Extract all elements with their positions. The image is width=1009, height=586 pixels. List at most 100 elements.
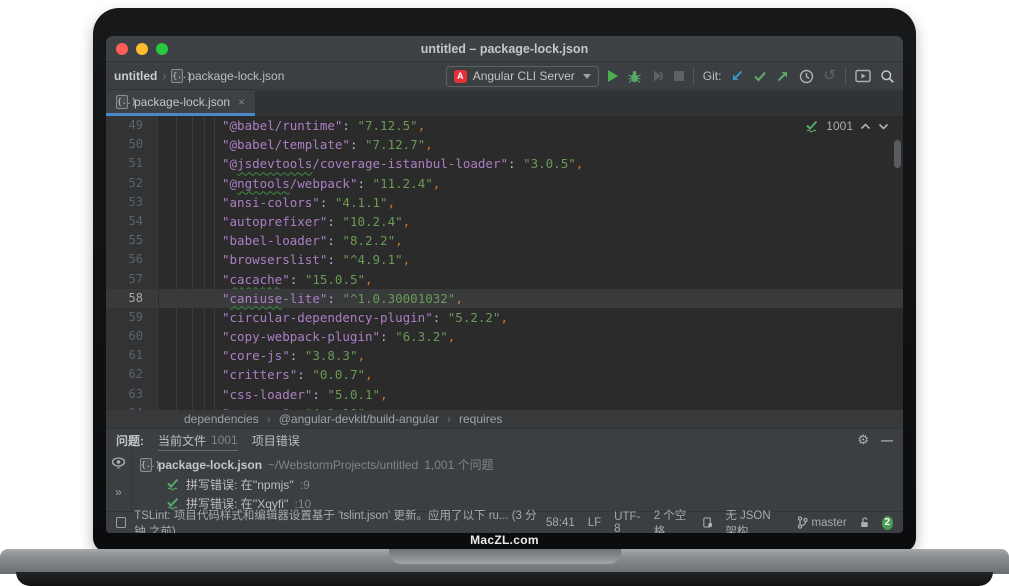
line-number[interactable]: 49 — [106, 116, 157, 135]
line-number[interactable]: 60 — [106, 327, 157, 346]
code-line[interactable]: "caniuse-lite": "^1.0.30001032", — [159, 289, 903, 308]
tab-label: package-lock.json — [134, 95, 230, 109]
macbook-lid-notch — [389, 549, 621, 564]
typo-highlight: cacache — [230, 272, 283, 287]
window-titlebar[interactable]: untitled – package-lock.json — [106, 36, 903, 62]
breadcrumb-requires[interactable]: requires — [459, 412, 502, 426]
code-line[interactable]: "@jsdevtools/coverage-istanbul-loader": … — [159, 154, 903, 173]
code-line[interactable]: "core-js": "3.8.3", — [159, 346, 903, 365]
tab-project-errors-label: 项目错误 — [252, 432, 300, 449]
run-with-coverage-button[interactable] — [651, 69, 665, 83]
indent-setting[interactable]: 2 个空格 — [654, 507, 690, 534]
line-number[interactable]: 57 — [106, 270, 157, 289]
macbook-screen-bezel: untitled – package-lock.json untitled › … — [93, 8, 916, 552]
problems-file-row[interactable]: {..} package-lock.json ~/WebstormProject… — [140, 455, 895, 474]
inlay-file-icon[interactable] — [703, 516, 713, 529]
unlock-icon[interactable] — [860, 516, 869, 529]
code-line[interactable]: "circular-dependency-plugin": "5.2.2", — [159, 308, 903, 327]
rollback-icon[interactable]: ↺ — [823, 69, 836, 83]
git-branch-widget[interactable]: master — [797, 516, 847, 529]
line-number[interactable]: 61 — [106, 346, 157, 365]
code-line[interactable]: "@babel/template": "7.12.7", — [159, 135, 903, 154]
status-message[interactable]: TSLint: 项目代码样式和编辑器设置基于 'tslint.json' 更新。… — [134, 507, 538, 534]
stop-button[interactable] — [674, 71, 684, 81]
caret-position[interactable]: 58:41 — [546, 517, 575, 529]
line-number[interactable]: 53 — [106, 193, 157, 212]
line-number[interactable]: 55 — [106, 231, 157, 250]
run-button[interactable] — [608, 70, 618, 82]
hide-panel-icon[interactable]: — — [881, 433, 893, 447]
editor-tabbar: {..} package-lock.json × — [106, 91, 903, 116]
file-breadcrumb[interactable]: package-lock.json — [188, 69, 284, 83]
toolbar-divider — [693, 68, 694, 84]
inspections-widget[interactable]: 1001 — [805, 119, 889, 133]
code-line[interactable]: "css-loader": "5.0.1", — [159, 385, 903, 404]
code-line[interactable]: "@ngtools/webpack": "11.2.4", — [159, 174, 903, 193]
line-number[interactable]: 54 — [106, 212, 157, 231]
project-breadcrumb[interactable]: untitled — [114, 69, 157, 83]
zoom-window-button[interactable] — [156, 43, 168, 55]
preview-window-icon[interactable] — [855, 69, 871, 83]
view-options-icon[interactable] — [111, 457, 126, 469]
editor-code-area[interactable]: "@babel/runtime": "7.12.5","@babel/templ… — [159, 116, 903, 410]
code-line[interactable]: "browserslist": "^4.9.1", — [159, 250, 903, 269]
branch-name: master — [812, 517, 847, 529]
typo-check-icon — [805, 120, 819, 133]
previous-problem-icon[interactable] — [860, 123, 871, 130]
search-everywhere-icon[interactable] — [880, 69, 895, 84]
git-label: Git: — [703, 69, 722, 83]
angular-cli-icon: A — [454, 70, 467, 83]
structure-breadcrumbs: dependencies › @angular-devkit/build-ang… — [106, 410, 903, 428]
code-line[interactable]: "autoprefixer": "10.2.4", — [159, 212, 903, 231]
line-number[interactable]: 62 — [106, 365, 157, 384]
next-problem-icon[interactable] — [878, 123, 889, 130]
notifications-badge[interactable]: 2 — [882, 516, 893, 530]
json-file-icon: {..} — [140, 458, 152, 472]
tab-current-file[interactable]: 当前文件 1001 — [158, 429, 238, 452]
run-configuration-dropdown[interactable]: A Angular CLI Server — [446, 66, 599, 87]
line-number[interactable]: 58 — [106, 289, 157, 308]
json-schema-widget[interactable]: 无 JSON 架构 — [725, 507, 783, 534]
line-number[interactable]: 56 — [106, 250, 157, 269]
line-number[interactable]: 50 — [106, 135, 157, 154]
breadcrumb-separator: › — [267, 412, 271, 426]
history-icon[interactable] — [799, 69, 814, 84]
ide-window: untitled – package-lock.json untitled › … — [106, 36, 903, 533]
breadcrumb-dependencies[interactable]: dependencies — [184, 412, 259, 426]
editor-scrollbar[interactable] — [894, 140, 901, 168]
breadcrumb-build-angular[interactable]: @angular-devkit/build-angular — [279, 412, 439, 426]
problems-file-count: 1,001 个问题 — [424, 456, 493, 473]
json-file-icon: {..} — [171, 69, 183, 83]
code-line[interactable]: "babel-loader": "8.2.2", — [159, 231, 903, 250]
tab-package-lock-json[interactable]: {..} package-lock.json × — [106, 91, 255, 116]
code-line[interactable]: "cacache": "15.0.5", — [159, 270, 903, 289]
debug-button[interactable] — [627, 69, 642, 84]
problem-item[interactable]: 拼写错误: 在''npmjs'':9 — [166, 475, 895, 494]
problems-panel-header: 问题: 当前文件 1001 项目错误 ⚙ — — [106, 428, 903, 451]
line-separator[interactable]: LF — [588, 517, 601, 529]
line-number[interactable]: 59 — [106, 308, 157, 327]
tab-project-errors[interactable]: 项目错误 — [252, 429, 300, 452]
code-line[interactable]: "critters": "0.0.7", — [159, 365, 903, 384]
close-window-button[interactable] — [116, 43, 128, 55]
code-line[interactable]: "ansi-colors": "4.1.1", — [159, 193, 903, 212]
minimize-window-button[interactable] — [136, 43, 148, 55]
problem-text: 拼写错误: 在''npmjs'' — [186, 476, 294, 493]
git-update-icon[interactable] — [730, 69, 744, 83]
editor-gutter: 49505152535455565758596061626364 — [106, 116, 158, 410]
json-file-icon: {..} — [116, 95, 128, 109]
gear-icon[interactable]: ⚙ — [857, 432, 869, 448]
code-editor[interactable]: 49505152535455565758596061626364 "@babel… — [106, 116, 903, 410]
code-line[interactable]: "@babel/runtime": "7.12.5", — [159, 116, 903, 135]
line-number[interactable]: 63 — [106, 385, 157, 404]
git-push-icon[interactable] — [776, 69, 790, 83]
tool-window-toggle-icon[interactable] — [116, 517, 126, 528]
line-number[interactable]: 52 — [106, 174, 157, 193]
expand-rail-icon[interactable]: » — [115, 485, 122, 499]
close-tab-icon[interactable]: × — [238, 95, 245, 109]
code-line[interactable]: "copy-webpack-plugin": "6.3.2", — [159, 327, 903, 346]
file-encoding[interactable]: UTF-8 — [614, 511, 641, 534]
git-commit-icon[interactable] — [753, 69, 767, 83]
problems-panel-title: 问题: — [116, 432, 144, 449]
line-number[interactable]: 51 — [106, 154, 157, 173]
